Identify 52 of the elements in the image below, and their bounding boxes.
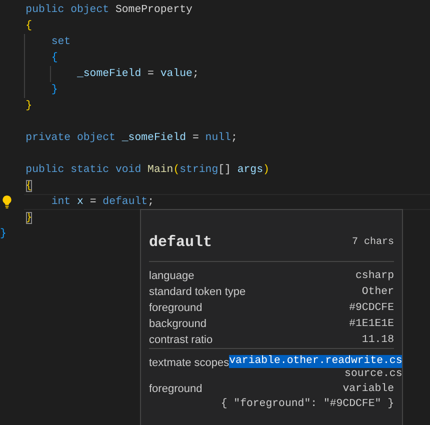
property-value: #9CDCFE	[349, 301, 394, 316]
bracket: }	[0, 228, 6, 240]
identifier: value	[160, 68, 192, 80]
property-label: contrast ratio	[149, 333, 213, 348]
identifier: _someField	[76, 68, 142, 80]
code-text: SomeProperty	[115, 4, 192, 16]
keyword: set	[51, 36, 71, 48]
token-title: default	[149, 234, 212, 251]
scope-name: source.cs	[344, 368, 402, 381]
code-text: ;	[230, 132, 238, 144]
keyword: static	[70, 164, 110, 176]
bracket: (	[173, 164, 180, 176]
keyword: object	[76, 132, 116, 144]
code-text: ;	[192, 68, 199, 80]
identifier: x	[76, 196, 84, 208]
property-value: csharp	[356, 269, 394, 284]
property-value: Other	[362, 285, 394, 300]
property-value: 11.18	[362, 333, 394, 348]
code-text: ;	[148, 196, 154, 208]
code-text: =	[148, 68, 154, 80]
keyword: public	[26, 164, 64, 176]
theme-value: { "foreground": "#9CDCFE" }	[220, 397, 394, 412]
keyword: default	[102, 196, 148, 208]
bracket: {	[51, 52, 58, 64]
identifier: _someField	[122, 132, 186, 144]
bracket: {	[26, 20, 32, 32]
property-label: background	[149, 317, 206, 332]
lightbulb-icon[interactable]	[2, 195, 12, 209]
keyword: void	[115, 164, 142, 176]
token-length: 7 chars	[352, 237, 394, 248]
property-label: standard token type	[149, 285, 246, 300]
keyword: public	[26, 4, 64, 16]
bracket: )	[263, 164, 270, 176]
code-text: =	[90, 196, 96, 208]
keyword: null	[205, 132, 231, 144]
keyword: private	[26, 132, 71, 144]
bracket: }	[51, 84, 58, 96]
keyword: string	[180, 164, 218, 176]
identifier: args	[237, 164, 264, 176]
code-text: []	[218, 164, 231, 176]
theme-rule: variable	[342, 382, 394, 397]
property-label: foreground	[149, 301, 202, 316]
property-value: #1E1E1E	[349, 317, 394, 332]
bracket: }	[26, 100, 32, 112]
property-label: textmate scopes	[149, 356, 230, 371]
method-name: Main	[148, 164, 174, 176]
property-label: language	[149, 269, 194, 284]
property-label: foreground	[149, 382, 202, 397]
scope-name: variable.other.readwrite.cs	[229, 355, 402, 368]
keyword: object	[70, 4, 110, 16]
keyword: int	[51, 196, 71, 208]
code-text: =	[192, 132, 199, 144]
